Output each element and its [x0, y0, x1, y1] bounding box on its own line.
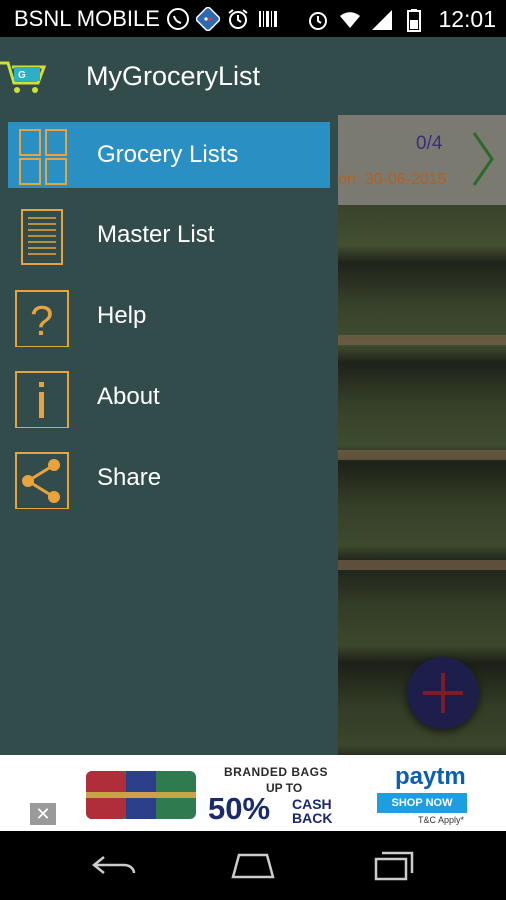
battery-icon — [407, 8, 422, 32]
status-bar: BSNL MOBILE 12:01 — [0, 0, 506, 37]
drawer-item-label: About — [97, 383, 160, 410]
svg-text:?: ? — [30, 297, 53, 344]
ad-percent: 50% — [208, 791, 271, 826]
alarm-icon — [228, 9, 248, 29]
system-nav-bar — [0, 831, 506, 900]
ad-brand: paytm — [395, 763, 466, 790]
list-item-count: 0/4 — [416, 133, 443, 154]
ad-banner[interactable]: BRANDED BAGS UP TO 50% CASH BACK paytm S… — [30, 759, 480, 827]
home-icon[interactable] — [229, 849, 277, 881]
ad-close-button[interactable]: ✕ — [30, 803, 56, 825]
drawer-item-label: Grocery Lists — [97, 141, 239, 168]
cart-logo-icon: G — [0, 61, 46, 93]
status-left: BSNL MOBILE — [14, 6, 280, 32]
recent-apps-icon[interactable] — [370, 849, 418, 881]
shelf-divider — [338, 335, 506, 345]
dominos-icon — [195, 7, 220, 31]
list-date: on: 30-06-2015 — [338, 171, 447, 188]
status-right: 12:01 — [306, 6, 496, 33]
plus-icon — [423, 673, 463, 713]
svg-text:G: G — [18, 70, 26, 81]
ad-area: BRANDED BAGS UP TO 50% CASH BACK paytm S… — [0, 755, 506, 831]
drawer-item-master-list[interactable]: Master List — [8, 202, 330, 268]
drawer-item-share[interactable]: Share — [8, 445, 330, 511]
status-time: 12:01 — [438, 6, 496, 32]
drawer-item-grocery-lists[interactable]: Grocery Lists — [8, 122, 330, 188]
ad-shop-now-button[interactable]: SHOP NOW — [377, 793, 467, 813]
chevron-right-icon[interactable] — [470, 129, 496, 189]
app-bar: G MyGroceryList — [0, 37, 506, 115]
shelf-divider — [338, 560, 506, 570]
master-list-icon — [21, 209, 63, 265]
add-list-button[interactable] — [407, 657, 479, 729]
alarm-icon — [309, 11, 328, 30]
whatsapp-icon — [166, 8, 189, 30]
grocery-lists-icon — [19, 129, 67, 185]
barcode-icon — [258, 11, 277, 27]
grocery-list-card[interactable]: 0/4 on: 30-06-2015 — [338, 115, 506, 205]
ad-terms: T&C Apply* — [418, 815, 465, 825]
info-icon — [15, 371, 69, 428]
app-title: MyGroceryList — [86, 61, 261, 91]
drawer-item-about[interactable]: About — [8, 364, 330, 430]
ad-cashback: CASH BACK — [292, 796, 333, 826]
signal-icon — [372, 9, 393, 30]
drawer-item-label: Help — [97, 302, 147, 329]
wifi-icon — [340, 11, 361, 28]
ad-upto: UP TO — [266, 781, 303, 795]
navigation-drawer: Grocery Lists Master List ? Help About S… — [0, 115, 338, 755]
ad-headline: BRANDED BAGS — [224, 765, 329, 779]
shelf-divider — [338, 450, 506, 460]
carrier-name: BSNL MOBILE — [14, 6, 160, 31]
wallet-image — [86, 771, 196, 819]
drawer-item-help[interactable]: ? Help — [8, 283, 330, 349]
share-icon — [15, 452, 69, 509]
help-icon: ? — [15, 290, 69, 347]
back-icon[interactable] — [90, 849, 138, 881]
drawer-item-label: Master List — [97, 221, 215, 248]
drawer-item-label: Share — [97, 464, 162, 491]
